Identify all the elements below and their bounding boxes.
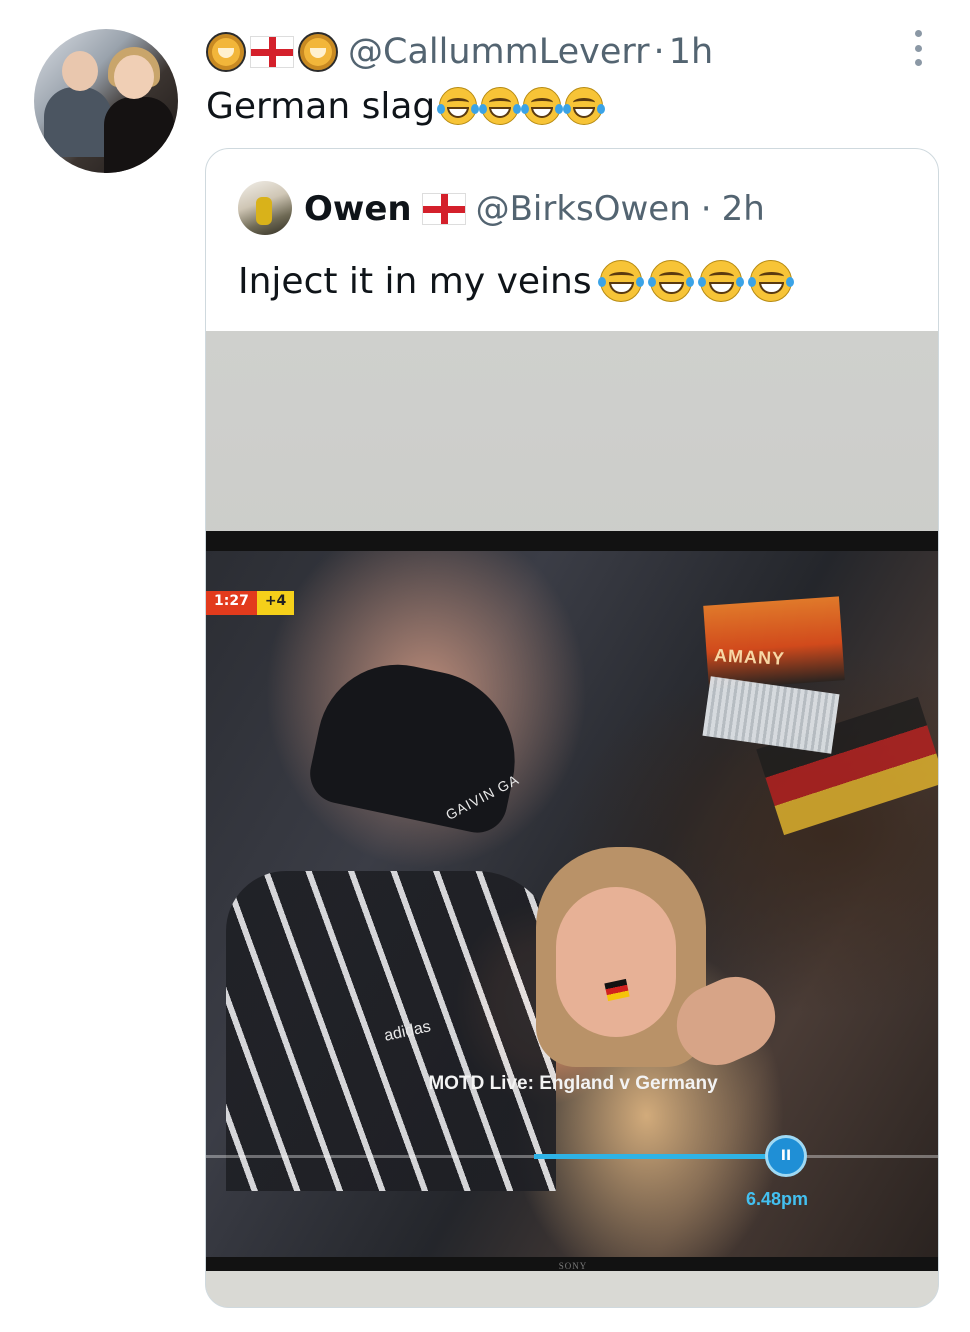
tears-of-joy-icon [647, 260, 694, 302]
more-options-icon[interactable] [908, 30, 928, 66]
tweet-text: German slag [206, 80, 606, 132]
avatar-person-2 [104, 97, 174, 173]
quoted-tweet-text-content: Inject it in my veins [238, 260, 592, 302]
quoted-author-name[interactable]: Owen [304, 189, 412, 229]
progress-time: 6.48pm [746, 1189, 809, 1209]
tears-of-joy-icon [437, 87, 480, 125]
tears-of-joy-icon [563, 87, 606, 125]
tv-brand-label: SONY [558, 1261, 588, 1271]
tweet-text-content: German slag [206, 85, 436, 127]
quoted-tweet-header: Owen @BirksOwen · 2h [304, 183, 765, 235]
programme-caption: MOTD Live: England v Germany [428, 1073, 718, 1094]
pause-icon: II [765, 1135, 807, 1177]
tweet-header: @CallummLeverr · 1h [206, 28, 713, 76]
author-avatar[interactable] [34, 29, 178, 173]
score-badge: 1:27 +4 [206, 591, 295, 615]
lion-face-icon [298, 32, 338, 72]
tears-of-joy-icon [697, 260, 744, 302]
quoted-tweet[interactable]: Owen @BirksOwen · 2h Inject it in my vei… [205, 148, 939, 1308]
author-handle[interactable]: @CallummLeverr [348, 32, 650, 72]
tweet-timestamp[interactable]: 1h [669, 32, 713, 72]
header-separator: · [700, 189, 712, 229]
quoted-tweet-media[interactable]: AMANY GAIVIN GA adidas 1:27 +4 MOTD Live… [206, 331, 938, 1307]
avatar-person-1-face [62, 51, 98, 91]
quoted-tweet-text: Inject it in my veins [238, 253, 794, 309]
avatar-person-2-face [114, 55, 154, 99]
tears-of-joy-icon [521, 87, 564, 125]
pause-label: II [780, 1148, 792, 1164]
england-flag-icon [250, 36, 294, 68]
tv-screen: AMANY GAIVIN GA adidas 1:27 +4 MOTD Live… [206, 551, 938, 1257]
progress-fill [534, 1154, 786, 1159]
lion-face-icon [206, 32, 246, 72]
child-face [556, 887, 676, 1037]
scarf [703, 596, 845, 690]
cap [304, 649, 532, 839]
scarf-fringe [702, 676, 840, 754]
tears-of-joy-icon [479, 87, 522, 125]
tears-of-joy-icon [747, 260, 794, 302]
england-flag-icon [421, 193, 466, 225]
header-separator: · [653, 32, 665, 72]
tv-frame: AMANY GAIVIN GA adidas 1:27 +4 MOTD Live… [206, 531, 938, 1271]
match-clock: 1:27 [206, 591, 257, 615]
quoted-author-avatar[interactable] [238, 181, 292, 235]
added-time: +4 [256, 591, 295, 615]
quoted-tweet-timestamp[interactable]: 2h [722, 189, 765, 229]
quoted-author-handle[interactable]: @BirksOwen [476, 189, 691, 229]
wall [206, 1271, 938, 1307]
scarf-text: AMANY [713, 645, 786, 669]
avatar-person-1 [44, 87, 112, 157]
tears-of-joy-icon [597, 260, 644, 302]
